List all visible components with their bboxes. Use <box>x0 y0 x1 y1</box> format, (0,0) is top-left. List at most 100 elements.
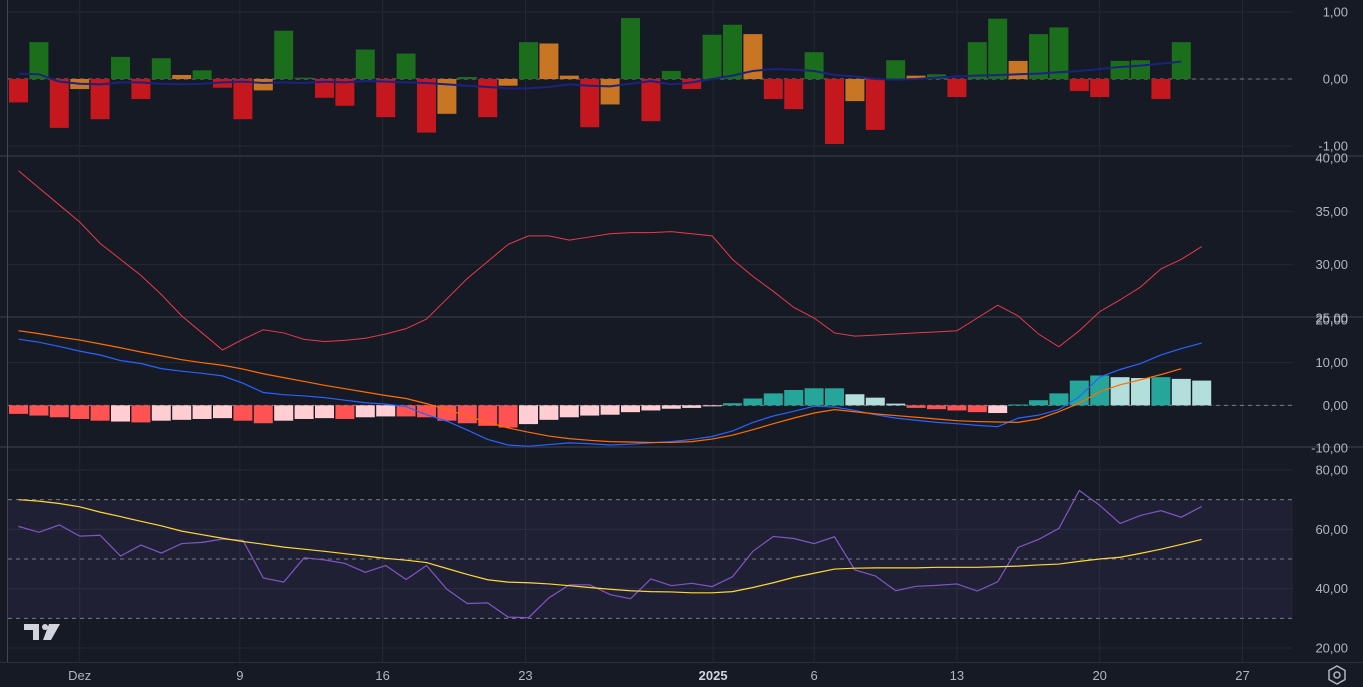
y-tick-label: 10,00 <box>1315 355 1348 370</box>
x-tick-label: 23 <box>518 668 532 683</box>
oscillator-bar <box>519 42 538 79</box>
oscillator-bar <box>845 79 865 102</box>
y-tick-label: 1,00 <box>1323 5 1348 20</box>
oscillator-bar <box>784 79 804 110</box>
oscillator-bar <box>621 18 640 80</box>
histogram-bar <box>988 405 1008 414</box>
histogram-bar <box>927 405 946 410</box>
oscillator-bar <box>478 79 498 118</box>
histogram-bar <box>845 394 865 406</box>
oscillator-bar <box>355 49 375 79</box>
y-tick-label: 40,00 <box>1315 151 1348 166</box>
panel-separator <box>0 446 1363 448</box>
oscillator-bar <box>702 34 722 79</box>
histogram-bar <box>70 405 90 419</box>
histogram-bar <box>131 405 151 423</box>
histogram-bar <box>1131 378 1150 406</box>
histogram-bar <box>376 405 396 417</box>
oscillator-bar <box>498 79 518 86</box>
histogram-bar <box>600 405 620 415</box>
oscillator-bar <box>988 18 1008 79</box>
histogram-bar <box>417 405 436 418</box>
histogram-bar <box>519 405 538 425</box>
histogram-bar <box>294 405 314 419</box>
oscillator-bar <box>417 79 436 133</box>
oscillator-bar <box>294 77 314 79</box>
histogram-bar <box>825 388 844 406</box>
histogram-bar <box>804 388 824 406</box>
histogram-bar <box>967 405 987 413</box>
panel-separator <box>0 155 1363 157</box>
histogram-bar <box>947 405 967 411</box>
oscillator-bar <box>457 76 477 79</box>
y-tick-label: -10,00 <box>1311 441 1348 456</box>
histogram-bar <box>743 398 763 406</box>
histogram-bar <box>641 405 661 411</box>
histogram-bar <box>192 405 212 419</box>
time-axis[interactable]: Dez 9 16 23 2025 6 13 20 27 <box>68 668 1250 683</box>
histogram-bar <box>702 405 722 407</box>
histogram-bar <box>1110 377 1130 406</box>
histogram-bar <box>1192 380 1212 406</box>
panel-separator <box>0 316 1363 318</box>
grid-layer <box>0 0 1363 663</box>
oscillator-bar <box>49 79 69 128</box>
oscillator-bar <box>1131 60 1150 79</box>
y-tick-label: 20,00 <box>1315 313 1348 328</box>
oscillator-bar <box>641 79 661 122</box>
slow-line <box>18 330 1182 444</box>
histogram-bar <box>661 405 681 409</box>
oscillator-bar <box>9 79 28 103</box>
histogram-bar <box>151 405 171 421</box>
histogram-bar <box>1151 377 1171 406</box>
oscillator-bar <box>1110 60 1130 79</box>
oscillator-bar <box>804 52 824 79</box>
oscillator-bar <box>233 79 253 120</box>
histogram-bar <box>865 397 885 406</box>
histogram-bar <box>90 405 110 421</box>
x-tick-label: 20 <box>1092 668 1106 683</box>
histogram-bar <box>498 405 518 428</box>
histogram-bar <box>335 405 355 419</box>
oscillator-bar <box>723 24 742 79</box>
x-tick-label: 6 <box>810 668 817 683</box>
oscillator-bar <box>967 42 987 79</box>
histogram-bar <box>172 405 192 420</box>
indicator-line <box>18 170 1202 351</box>
price-axis[interactable]: 1,000,00-1,0040,0035,0030,0025,0020,0010… <box>1311 5 1348 656</box>
histogram-bar <box>621 405 640 413</box>
oscillator-bar <box>111 56 130 79</box>
oscillator-bar <box>825 79 844 144</box>
histogram-bar <box>906 405 926 408</box>
x-tick-label: 2025 <box>699 668 728 683</box>
histogram-bar <box>539 405 559 420</box>
settings-gear-icon[interactable] <box>1326 664 1348 686</box>
histogram-bar <box>253 405 273 424</box>
histogram-bar <box>723 403 742 406</box>
histogram-bar <box>233 405 253 421</box>
y-tick-label: 20,00 <box>1315 641 1348 656</box>
multi-panel-chart[interactable]: 1,000,00-1,0040,0035,0030,0025,0020,0010… <box>0 0 1363 687</box>
histogram-bar <box>315 405 334 419</box>
oscillator-bar <box>1171 42 1191 79</box>
oscillator-bar <box>947 79 967 98</box>
x-tick-label: 16 <box>375 668 389 683</box>
oscillator-bar <box>151 58 171 79</box>
x-tick-label: 13 <box>950 668 964 683</box>
histogram-bar <box>559 405 579 418</box>
oscillator-bar <box>253 79 273 91</box>
y-tick-label: 30,00 <box>1315 257 1348 272</box>
histogram-bar <box>9 405 28 414</box>
histogram-bar <box>886 403 906 406</box>
oscillator-bar <box>1090 79 1110 98</box>
x-tick-label: 27 <box>1235 668 1249 683</box>
oscillator-bar <box>172 74 192 79</box>
oscillator-bar <box>763 79 783 100</box>
histogram-bar <box>213 405 232 419</box>
fast-line <box>18 338 1202 447</box>
y-tick-label: 80,00 <box>1315 463 1348 478</box>
oscillator-bar <box>396 53 416 79</box>
oscillator-bar <box>559 75 579 79</box>
oscillator-bar <box>886 60 906 79</box>
y-tick-label: 35,00 <box>1315 204 1348 219</box>
